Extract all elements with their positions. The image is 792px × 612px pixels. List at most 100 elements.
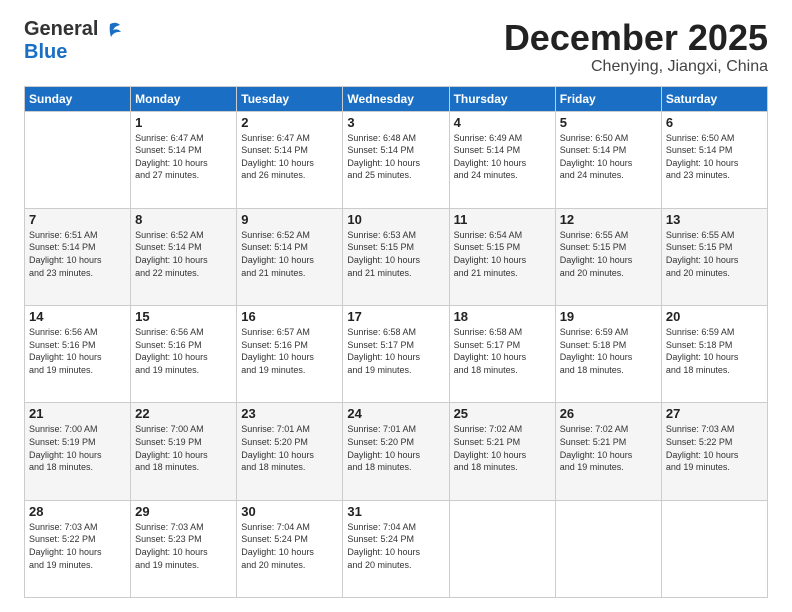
day-number: 26	[560, 406, 657, 421]
header-thursday: Thursday	[449, 86, 555, 111]
day-info: Sunrise: 6:52 AM Sunset: 5:14 PM Dayligh…	[241, 229, 338, 279]
header-tuesday: Tuesday	[237, 86, 343, 111]
day-number: 17	[347, 309, 444, 324]
day-number: 9	[241, 212, 338, 227]
week-row-3: 14 Sunrise: 6:56 AM Sunset: 5:16 PM Dayli…	[25, 306, 768, 403]
day-info: Sunrise: 6:48 AM Sunset: 5:14 PM Dayligh…	[347, 132, 444, 182]
day-cell: 1 Sunrise: 6:47 AM Sunset: 5:14 PM Daylig…	[131, 111, 237, 208]
day-number: 22	[135, 406, 232, 421]
day-cell: 8 Sunrise: 6:52 AM Sunset: 5:14 PM Daylig…	[131, 208, 237, 305]
calendar-table: Sunday Monday Tuesday Wednesday Thursday…	[24, 86, 768, 598]
day-info: Sunrise: 6:54 AM Sunset: 5:15 PM Dayligh…	[454, 229, 551, 279]
header-saturday: Saturday	[661, 86, 767, 111]
day-cell	[661, 500, 767, 597]
day-info: Sunrise: 6:59 AM Sunset: 5:18 PM Dayligh…	[560, 326, 657, 376]
day-number: 25	[454, 406, 551, 421]
day-number: 5	[560, 115, 657, 130]
header-sunday: Sunday	[25, 86, 131, 111]
day-info: Sunrise: 7:00 AM Sunset: 5:19 PM Dayligh…	[135, 423, 232, 473]
day-info: Sunrise: 6:50 AM Sunset: 5:14 PM Dayligh…	[560, 132, 657, 182]
day-info: Sunrise: 7:03 AM Sunset: 5:23 PM Dayligh…	[135, 521, 232, 571]
day-number: 11	[454, 212, 551, 227]
day-number: 30	[241, 504, 338, 519]
day-cell: 24 Sunrise: 7:01 AM Sunset: 5:20 PM Dayli…	[343, 403, 449, 500]
day-cell: 7 Sunrise: 6:51 AM Sunset: 5:14 PM Daylig…	[25, 208, 131, 305]
day-number: 8	[135, 212, 232, 227]
day-cell: 27Sunrise: 7:03 AM Sunset: 5:22 PM Dayli…	[661, 403, 767, 500]
day-info: Sunrise: 7:01 AM Sunset: 5:20 PM Dayligh…	[241, 423, 338, 473]
day-info: Sunrise: 7:04 AM Sunset: 5:24 PM Dayligh…	[241, 521, 338, 571]
day-info: Sunrise: 6:59 AM Sunset: 5:18 PM Dayligh…	[666, 326, 763, 376]
page: General Blue December 2025 Chenying, Jia…	[0, 0, 792, 612]
day-cell: 22 Sunrise: 7:00 AM Sunset: 5:19 PM Dayli…	[131, 403, 237, 500]
day-info: Sunrise: 6:58 AM Sunset: 5:17 PM Dayligh…	[347, 326, 444, 376]
day-number: 19	[560, 309, 657, 324]
day-info: Sunrise: 6:56 AM Sunset: 5:16 PM Dayligh…	[135, 326, 232, 376]
day-number: 29	[135, 504, 232, 519]
day-number: 2	[241, 115, 338, 130]
day-cell: 2 Sunrise: 6:47 AM Sunset: 5:14 PM Daylig…	[237, 111, 343, 208]
day-cell: 16 Sunrise: 6:57 AM Sunset: 5:16 PM Dayli…	[237, 306, 343, 403]
day-cell: 9 Sunrise: 6:52 AM Sunset: 5:14 PM Daylig…	[237, 208, 343, 305]
day-cell	[25, 111, 131, 208]
day-number: 15	[135, 309, 232, 324]
day-info: Sunrise: 6:55 AM Sunset: 5:15 PM Dayligh…	[560, 229, 657, 279]
day-number: 14	[29, 309, 126, 324]
day-number: 10	[347, 212, 444, 227]
day-info: Sunrise: 6:51 AM Sunset: 5:14 PM Dayligh…	[29, 229, 126, 279]
header-monday: Monday	[131, 86, 237, 111]
day-number: 28	[29, 504, 126, 519]
day-info: Sunrise: 6:52 AM Sunset: 5:14 PM Dayligh…	[135, 229, 232, 279]
day-info: Sunrise: 6:53 AM Sunset: 5:15 PM Dayligh…	[347, 229, 444, 279]
day-cell: 14Sunrise: 6:56 AM Sunset: 5:16 PM Dayli…	[25, 306, 131, 403]
day-info: Sunrise: 7:00 AM Sunset: 5:19 PM Dayligh…	[29, 423, 126, 473]
day-number: 7	[29, 212, 126, 227]
day-info: Sunrise: 7:03 AM Sunset: 5:22 PM Dayligh…	[666, 423, 763, 473]
day-cell	[555, 500, 661, 597]
day-cell: 3Sunrise: 6:48 AM Sunset: 5:14 PM Daylig…	[343, 111, 449, 208]
day-number: 21	[29, 406, 126, 421]
logo-general: General	[24, 18, 98, 41]
day-number: 20	[666, 309, 763, 324]
day-info: Sunrise: 7:02 AM Sunset: 5:21 PM Dayligh…	[560, 423, 657, 473]
day-info: Sunrise: 6:57 AM Sunset: 5:16 PM Dayligh…	[241, 326, 338, 376]
header-wednesday: Wednesday	[343, 86, 449, 111]
day-cell: 4Sunrise: 6:49 AM Sunset: 5:14 PM Daylig…	[449, 111, 555, 208]
day-cell: 29 Sunrise: 7:03 AM Sunset: 5:23 PM Dayli…	[131, 500, 237, 597]
day-number: 1	[135, 115, 232, 130]
day-cell: 28 Sunrise: 7:03 AM Sunset: 5:22 PM Dayli…	[25, 500, 131, 597]
title-block: December 2025 Chenying, Jiangxi, China	[504, 18, 768, 76]
day-number: 24	[347, 406, 444, 421]
day-cell: 10 Sunrise: 6:53 AM Sunset: 5:15 PM Dayli…	[343, 208, 449, 305]
day-cell: 11 Sunrise: 6:54 AM Sunset: 5:15 PM Dayli…	[449, 208, 555, 305]
day-info: Sunrise: 7:02 AM Sunset: 5:21 PM Dayligh…	[454, 423, 551, 473]
day-number: 12	[560, 212, 657, 227]
day-cell: 15 Sunrise: 6:56 AM Sunset: 5:16 PM Dayli…	[131, 306, 237, 403]
header: General Blue December 2025 Chenying, Jia…	[24, 18, 768, 76]
day-cell: 23Sunrise: 7:01 AM Sunset: 5:20 PM Dayli…	[237, 403, 343, 500]
day-number: 31	[347, 504, 444, 519]
week-row-2: 7 Sunrise: 6:51 AM Sunset: 5:14 PM Daylig…	[25, 208, 768, 305]
week-row-5: 28 Sunrise: 7:03 AM Sunset: 5:22 PM Dayli…	[25, 500, 768, 597]
day-number: 13	[666, 212, 763, 227]
day-info: Sunrise: 6:47 AM Sunset: 5:14 PM Dayligh…	[241, 132, 338, 182]
day-info: Sunrise: 6:50 AM Sunset: 5:14 PM Dayligh…	[666, 132, 763, 182]
day-info: Sunrise: 6:49 AM Sunset: 5:14 PM Dayligh…	[454, 132, 551, 182]
day-info: Sunrise: 6:55 AM Sunset: 5:15 PM Dayligh…	[666, 229, 763, 279]
day-number: 16	[241, 309, 338, 324]
calendar-month-title: December 2025	[504, 18, 768, 58]
day-info: Sunrise: 6:58 AM Sunset: 5:17 PM Dayligh…	[454, 326, 551, 376]
logo-bird-icon	[100, 20, 122, 40]
day-cell: 21 Sunrise: 7:00 AM Sunset: 5:19 PM Dayli…	[25, 403, 131, 500]
day-info: Sunrise: 7:01 AM Sunset: 5:20 PM Dayligh…	[347, 423, 444, 473]
day-info: Sunrise: 7:03 AM Sunset: 5:22 PM Dayligh…	[29, 521, 126, 571]
day-cell: 18Sunrise: 6:58 AM Sunset: 5:17 PM Dayli…	[449, 306, 555, 403]
day-cell: 19 Sunrise: 6:59 AM Sunset: 5:18 PM Dayli…	[555, 306, 661, 403]
day-cell: 12 Sunrise: 6:55 AM Sunset: 5:15 PM Dayli…	[555, 208, 661, 305]
header-friday: Friday	[555, 86, 661, 111]
week-row-4: 21 Sunrise: 7:00 AM Sunset: 5:19 PM Dayli…	[25, 403, 768, 500]
day-info: Sunrise: 6:47 AM Sunset: 5:14 PM Dayligh…	[135, 132, 232, 182]
day-cell: 13 Sunrise: 6:55 AM Sunset: 5:15 PM Dayli…	[661, 208, 767, 305]
day-cell: 5 Sunrise: 6:50 AM Sunset: 5:14 PM Daylig…	[555, 111, 661, 208]
day-cell: 17 Sunrise: 6:58 AM Sunset: 5:17 PM Dayli…	[343, 306, 449, 403]
